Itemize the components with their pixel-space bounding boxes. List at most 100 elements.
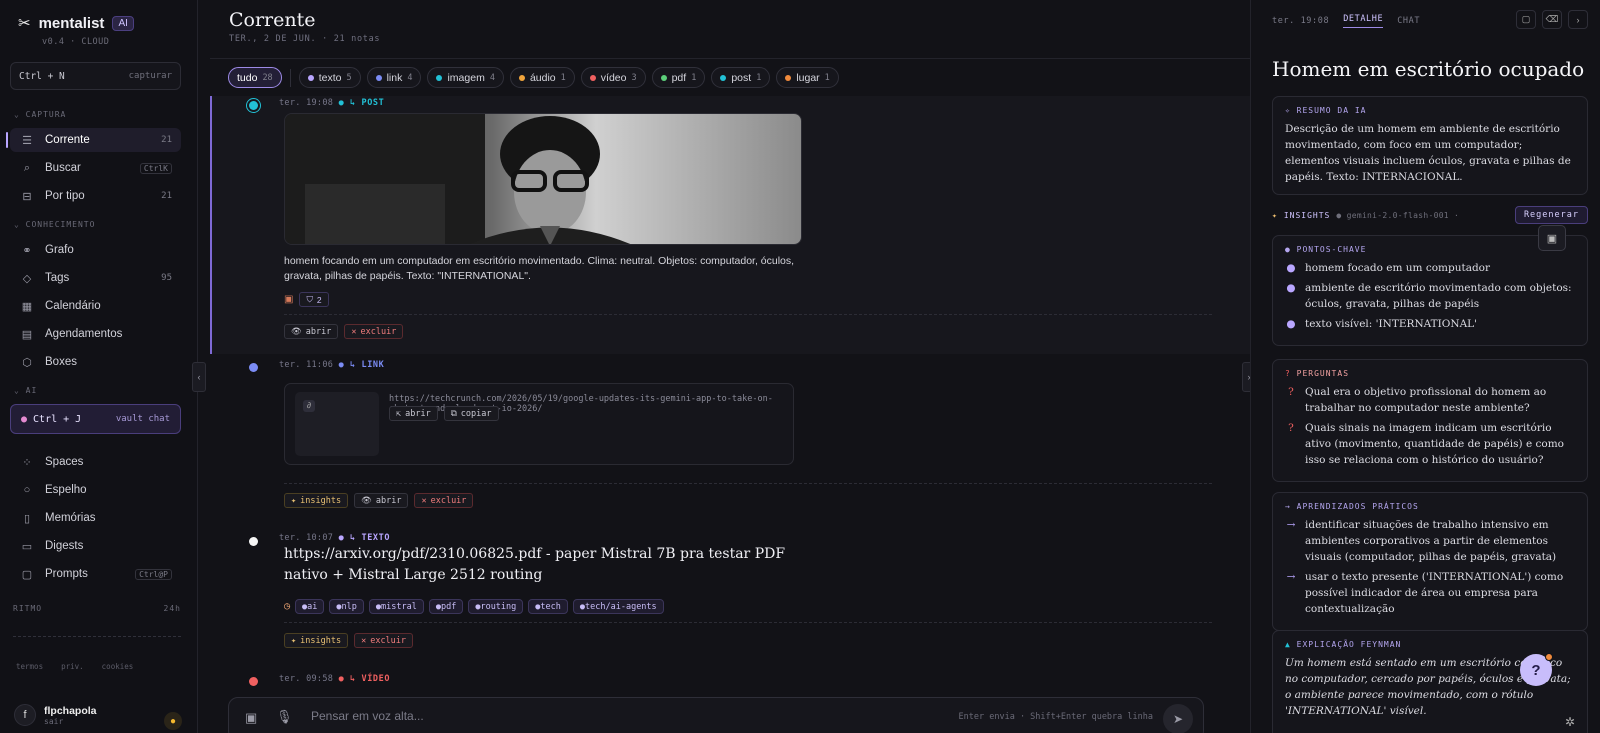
sparkle-icon: ✦: [291, 495, 297, 506]
prompt-icon: ▢: [21, 568, 33, 581]
theme-toggle-sun-icon[interactable]: ●: [164, 712, 182, 730]
entry-meta: ter. 10:07 ● ↳ TEXTO: [279, 533, 391, 543]
erase-icon[interactable]: ⌫: [1542, 10, 1562, 29]
questions-card: ? PERGUNTAS ? Qual era o objetivo profiss…: [1272, 359, 1588, 482]
x-icon: ✕: [351, 326, 357, 337]
section-conhecimento[interactable]: ⌄ CONHECIMENTO: [14, 220, 95, 229]
filter-chip-tudo[interactable]: tudo 28: [228, 67, 282, 88]
tag-chip[interactable]: ● ai: [295, 599, 325, 614]
entry-meta: ter. 11:06 ● ↳ LINK: [279, 360, 385, 370]
entry-actions: ✦ insights 👁 abrir ✕ excluir: [284, 493, 474, 508]
tag-chip[interactable]: ● routing: [468, 599, 524, 614]
filter-chip-lugar[interactable]: lugar 1: [776, 67, 839, 88]
save-icon[interactable]: ▣: [1538, 225, 1566, 251]
composer-input[interactable]: Pensar em voz alta...: [311, 709, 424, 723]
x-icon: ✕: [421, 495, 427, 506]
tab-detalhe[interactable]: DETALHE: [1343, 14, 1384, 28]
sidebar-item-label: Espelho: [45, 484, 87, 496]
briefcase-icon: ▣: [284, 294, 294, 305]
timeline-dot: [249, 363, 258, 372]
sidebar-item-grafo[interactable]: ⚭ Grafo: [10, 238, 181, 262]
open-button[interactable]: 👁 abrir: [354, 493, 409, 508]
link-termos[interactable]: termos: [16, 662, 43, 671]
document-icon: ▭: [21, 540, 33, 553]
sidebar-item-label: Prompts: [45, 568, 88, 580]
eye-icon: 👁: [361, 495, 372, 506]
entry-image[interactable]: [284, 113, 802, 245]
sidebar-item-label: Tags: [45, 272, 70, 284]
footer-links: termos priv. cookies: [16, 662, 133, 671]
filter-chip-audio[interactable]: áudio 1: [509, 67, 575, 88]
capture-label: capturar: [128, 71, 172, 81]
entry-title[interactable]: https://arxiv.org/pdf/2310.06825.pdf - p…: [284, 544, 804, 586]
sparkle-icon: ✧: [1285, 106, 1291, 115]
sidebar-item-por-tipo[interactable]: ⊟ Por tipo 21: [10, 184, 181, 208]
delete-button[interactable]: ✕ excluir: [414, 493, 474, 508]
sidebar-item-boxes[interactable]: ⬡ Boxes: [10, 350, 181, 374]
sidebar-item-espelho[interactable]: ○ Espelho: [10, 478, 181, 502]
open-button[interactable]: 👁 abrir: [284, 324, 339, 339]
sidebar-item-memorias[interactable]: ▯ Memórias: [10, 506, 181, 530]
filter-chip-texto[interactable]: texto 5: [298, 67, 361, 88]
sidebar-item-spaces[interactable]: ⁘ Spaces: [10, 450, 181, 474]
settings-icon[interactable]: ✲: [1565, 715, 1575, 729]
brand[interactable]: ✂ mentalist AI: [18, 14, 134, 32]
section-captura[interactable]: ⌄ CAPTURA: [14, 110, 66, 119]
sidebar-item-corrente[interactable]: ☰ Corrente 21: [6, 128, 181, 152]
count-badge: 21: [161, 191, 172, 201]
link-cookies[interactable]: cookies: [102, 662, 134, 671]
chevron-right-icon[interactable]: ›: [1568, 10, 1588, 29]
composer: ▣ 🎙 Pensar em voz alta... Enter envia · …: [228, 697, 1204, 733]
insights-button[interactable]: ✦ insights: [284, 493, 349, 508]
delete-button[interactable]: ✕ excluir: [344, 324, 404, 339]
sidebar-item-calendario[interactable]: ▦ Calendário: [10, 294, 181, 318]
delete-button[interactable]: ✕ excluir: [354, 633, 414, 648]
regenerate-button[interactable]: Regenerar: [1514, 206, 1588, 224]
sidebar-item-buscar[interactable]: ⌕ Buscar CtrlK: [10, 156, 181, 180]
square-icon[interactable]: ▢: [1516, 10, 1536, 29]
sidebar-item-prompts[interactable]: ▢ Prompts Ctrl@P: [10, 562, 181, 586]
links-count-badge[interactable]: ⛉ 2: [299, 292, 329, 307]
card-title: ✧ RESUMO DA IA: [1285, 106, 1367, 115]
link-priv[interactable]: priv.: [61, 662, 84, 671]
sidebar-item-label: Calendário: [45, 300, 101, 312]
capture-button[interactable]: Ctrl + N capturar: [10, 62, 181, 90]
filter-chip-imagem[interactable]: imagem 4: [427, 67, 504, 88]
tag-chip[interactable]: ● pdf: [428, 599, 464, 614]
sidebar-item-label: Boxes: [45, 356, 77, 368]
section-ai[interactable]: ⌄ AI: [14, 386, 37, 395]
tag-chip[interactable]: ● tech/ai-agents: [572, 599, 664, 614]
microphone-icon[interactable]: 🎙: [276, 709, 293, 725]
tag-chip[interactable]: ● tech: [528, 599, 568, 614]
insights-button[interactable]: ✦ insights: [284, 633, 349, 648]
list-icon: ☰: [22, 134, 32, 147]
send-button[interactable]: ➤: [1163, 704, 1193, 733]
external-link-icon: ⇱: [396, 408, 402, 419]
filter-chip-link[interactable]: link 4: [366, 67, 422, 88]
learning-item: → usar o texto presente ('INTERNATIONAL')…: [1286, 571, 1564, 615]
filter-chip-post[interactable]: post 1: [711, 67, 771, 88]
filter-chip-video[interactable]: vídeo 3: [580, 67, 646, 88]
open-link-button[interactable]: ⇱ abrir: [389, 406, 438, 421]
logo-icon: ✂: [18, 15, 31, 32]
collapse-sidebar-button[interactable]: ‹: [192, 362, 206, 392]
tab-chat[interactable]: CHAT: [1397, 16, 1420, 26]
notification-dot: [1545, 653, 1553, 661]
logout-link[interactable]: sair: [44, 717, 97, 726]
tag-chip[interactable]: ● mistral: [368, 599, 424, 614]
user-profile[interactable]: f flpchapola sair: [14, 704, 97, 726]
key-points-card: ● PONTOS-CHAVE ● homem focado em um compu…: [1272, 235, 1588, 346]
question-item: ? Quais sinais na imagem indicam um escri…: [1288, 422, 1564, 466]
image-upload-icon[interactable]: ▣: [245, 710, 257, 726]
tag-chip[interactable]: ● nlp: [329, 599, 364, 614]
copy-link-button[interactable]: ⧉ copiar: [443, 406, 499, 421]
filter-chip-pdf[interactable]: pdf 1: [651, 67, 706, 88]
composer-hint: Enter envia · Shift+Enter quebra linha: [958, 712, 1153, 722]
sidebar-item-digests[interactable]: ▭ Digests: [10, 534, 181, 558]
link-preview-card[interactable]: ∂ https://techcrunch.com/2026/05/19/goog…: [284, 383, 794, 465]
card-title: ? PERGUNTAS: [1285, 369, 1350, 378]
sidebar-item-tags[interactable]: ◇ Tags 95: [10, 266, 181, 290]
help-button[interactable]: ?: [1520, 653, 1553, 686]
sidebar-item-agendamentos[interactable]: ▤ Agendamentos: [10, 322, 181, 346]
vault-chat-button[interactable]: ● Ctrl + J vault chat: [10, 404, 181, 434]
